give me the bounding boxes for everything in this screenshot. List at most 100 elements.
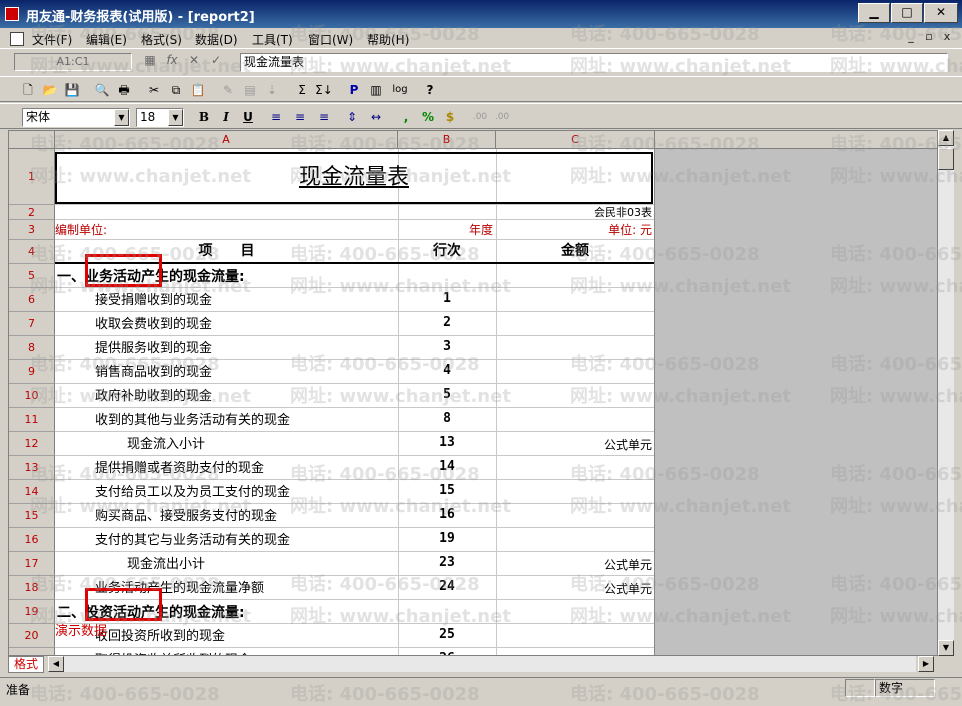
row-header[interactable]: 18 (9, 576, 55, 600)
close-button[interactable]: ✕ (924, 3, 958, 23)
line-number[interactable]: 15 (398, 480, 496, 504)
line-number[interactable]: 13 (398, 432, 496, 456)
line-number[interactable]: 1 (398, 288, 496, 312)
row-header[interactable]: 21 (9, 648, 55, 655)
line-number[interactable]: 3 (398, 336, 496, 360)
mdi-restore-icon[interactable]: ▫ (922, 30, 936, 45)
amount-cell[interactable] (496, 480, 654, 504)
fx-icon[interactable]: fx (162, 53, 182, 71)
item-label[interactable]: 现金流入小计 (127, 432, 395, 456)
row-header[interactable]: 5 (9, 264, 55, 288)
menu-window[interactable]: 窗口(W) (308, 31, 353, 48)
cell-reference[interactable]: A1:C1 (14, 53, 132, 71)
amount-cell[interactable] (496, 456, 654, 480)
cancel-icon[interactable]: ✕ (184, 53, 204, 71)
percent-style-icon[interactable]: % (418, 107, 438, 127)
menu-edit[interactable]: 编辑(E) (86, 31, 127, 48)
year-label[interactable]: 年度 (398, 220, 493, 240)
font-size-select[interactable]: 18 ▼ (136, 108, 184, 127)
print-icon[interactable]: 🖶 (114, 80, 134, 100)
amount-cell[interactable] (496, 648, 654, 655)
select-all-corner[interactable] (9, 131, 55, 149)
amount-cell[interactable] (496, 624, 654, 648)
item-label[interactable]: 提供服务收到的现金 (95, 336, 395, 360)
item-label[interactable]: 收取会费收到的现金 (95, 312, 395, 336)
insert-cells-icon[interactable]: ▤ (240, 80, 260, 100)
save-icon[interactable]: 💾 (62, 80, 82, 100)
row-header[interactable]: 2 (9, 205, 55, 220)
formula-cell[interactable]: 公式单元 (496, 576, 652, 600)
item-label[interactable]: 购买商品、接受服务支付的现金 (95, 504, 395, 528)
log-icon[interactable]: log (390, 80, 410, 100)
copy-icon[interactable]: ⧉ (166, 80, 186, 100)
formula-cell[interactable]: 公式单元 (496, 552, 652, 576)
align-center-icon[interactable]: ≡ (290, 107, 310, 127)
vertical-align-icon[interactable]: ⇕ (342, 107, 362, 127)
item-label[interactable]: 现金流出小计 (127, 552, 395, 576)
open-folder-icon[interactable]: 📂 (40, 80, 60, 100)
fit-width-icon[interactable]: ↔ (366, 107, 386, 127)
line-number[interactable]: 19 (398, 528, 496, 552)
horizontal-scrollbar[interactable] (64, 656, 916, 672)
line-number[interactable]: 24 (398, 576, 496, 600)
amount-cell[interactable] (496, 504, 654, 528)
sort-icon[interactable]: ⇣ (262, 80, 282, 100)
line-number[interactable]: 26 (398, 648, 496, 655)
minimize-button[interactable]: ▁ (858, 3, 890, 23)
item-label[interactable]: 支付给员工以及为员工支付的现金 (95, 480, 395, 504)
row-header[interactable]: 9 (9, 360, 55, 384)
new-file-icon[interactable]: 🗋 (18, 80, 38, 100)
p-icon[interactable]: P (344, 80, 364, 100)
menu-help[interactable]: 帮助(H) (367, 31, 409, 48)
mdi-close-icon[interactable]: x (940, 30, 954, 45)
header-amount[interactable]: 金额 (496, 240, 654, 264)
report-code[interactable]: 会民非03表 (496, 205, 652, 220)
line-number[interactable]: 4 (398, 360, 496, 384)
item-label[interactable]: 取得投资收益所收到的现金 (95, 648, 395, 655)
print-preview-icon[interactable]: 🔍 (92, 80, 112, 100)
size-dropdown-icon[interactable]: ▼ (168, 109, 183, 126)
item-label[interactable]: 支付的其它与业务活动有关的现金 (95, 528, 395, 552)
report-title[interactable]: 现金流量表 (55, 152, 653, 204)
item-label[interactable]: 提供捐赠或者资助支付的现金 (95, 456, 395, 480)
spreadsheet[interactable]: A B C 123456789101112131415161718192021 … (8, 130, 938, 656)
row-header[interactable]: 4 (9, 240, 55, 264)
paste-icon[interactable]: 📋 (188, 80, 208, 100)
menu-tools[interactable]: 工具(T) (252, 31, 293, 48)
row-header[interactable]: 6 (9, 288, 55, 312)
align-right-icon[interactable]: ≡ (314, 107, 334, 127)
sum-icon[interactable]: Σ (292, 80, 312, 100)
column-header-a[interactable]: A (55, 131, 398, 149)
row-header[interactable]: 13 (9, 456, 55, 480)
row-header[interactable]: 15 (9, 504, 55, 528)
column-header-b[interactable]: B (398, 131, 496, 149)
align-left-icon[interactable]: ≡ (266, 107, 286, 127)
scroll-down-icon[interactable]: ▼ (938, 640, 954, 656)
row-header[interactable]: 11 (9, 408, 55, 432)
row-header[interactable]: 17 (9, 552, 55, 576)
row-header[interactable]: 1 (9, 149, 55, 205)
scroll-right-icon[interactable]: ▶ (918, 656, 934, 672)
confirm-icon[interactable]: ✓ (206, 53, 226, 71)
currency-style-icon[interactable]: $ (440, 107, 460, 127)
item-label[interactable]: 销售商品收到的现金 (95, 360, 395, 384)
font-select[interactable]: 宋体 ▼ (22, 108, 130, 127)
menu-data[interactable]: 数据(D) (195, 31, 238, 48)
unit-label[interactable]: 单位: 元 (496, 220, 652, 240)
amount-cell[interactable] (496, 288, 654, 312)
item-label[interactable]: 政府补助收到的现金 (95, 384, 395, 408)
scroll-up-icon[interactable]: ▲ (938, 130, 954, 146)
sum-down-icon[interactable]: Σ↓ (314, 80, 334, 100)
line-number[interactable]: 8 (398, 408, 496, 432)
underline-button[interactable]: U (238, 107, 258, 127)
line-number[interactable]: 16 (398, 504, 496, 528)
mdi-minimize-icon[interactable]: _ (904, 30, 918, 45)
line-number[interactable]: 5 (398, 384, 496, 408)
function-wizard-icon[interactable]: ▦ (140, 53, 160, 71)
document-icon[interactable] (10, 32, 24, 46)
row-header[interactable]: 20 (9, 624, 55, 648)
formula-cell[interactable]: 公式单元 (496, 432, 652, 456)
item-label[interactable]: 接受捐赠收到的现金 (95, 288, 395, 312)
row-header[interactable]: 7 (9, 312, 55, 336)
formula-input[interactable]: 现金流量表 (240, 53, 948, 72)
